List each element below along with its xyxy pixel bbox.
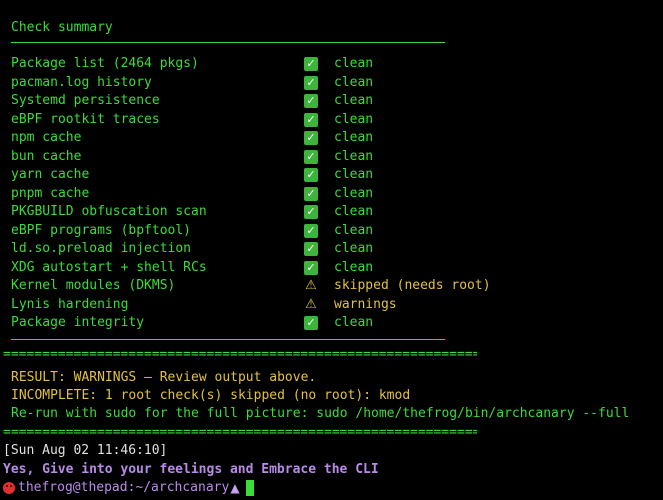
result-rerun-hint: Re-run with sudo for the full picture: s… xyxy=(11,406,630,421)
check-status: clean xyxy=(334,204,374,219)
check-row: XDG autostart + shell RCs ✓ clean xyxy=(11,259,511,278)
check-row: ld.so.preload injection ✓ clean xyxy=(11,240,511,259)
check-name: pacman.log history xyxy=(11,74,152,90)
check-mark-icon: ✓ xyxy=(304,131,318,145)
check-status: clean xyxy=(334,185,374,201)
check-name: Package integrity xyxy=(11,315,145,330)
check-name: PKGBUILD obfuscation scan xyxy=(11,204,207,219)
check-row: eBPF rootkit traces ✓ clean xyxy=(11,111,511,130)
check-name: eBPF programs (bpftool) xyxy=(11,222,192,238)
check-status: clean xyxy=(334,56,374,71)
check-row: eBPF programs (bpftool) ✓ clean xyxy=(11,222,511,241)
check-mark-icon: ✓ xyxy=(304,205,318,219)
prompt-path: thefrog@thepad:~/archcanary xyxy=(18,480,230,495)
check-mark-icon: ✓ xyxy=(304,242,318,256)
check-name: eBPF rootkit traces xyxy=(11,111,160,127)
check-name: Systemd persistence xyxy=(11,93,160,108)
check-mark-icon: ✓ xyxy=(304,112,318,127)
summary-bottom-rule xyxy=(11,339,445,340)
check-name: XDG autostart + shell RCs xyxy=(11,259,207,275)
result-top-divider: ========================================… xyxy=(3,347,477,362)
check-mark-icon: ✓ xyxy=(304,168,318,182)
check-name: ld.so.preload injection xyxy=(11,241,192,256)
shell-prompt[interactable]: thefrog@thepad:~/archcanary ▲ xyxy=(3,479,254,497)
check-status: clean xyxy=(334,74,374,90)
check-name: npm cache xyxy=(11,130,82,145)
check-mark-icon: ✓ xyxy=(304,75,318,90)
check-name: yarn cache xyxy=(11,167,90,182)
summary-title: Check summary xyxy=(11,20,113,35)
check-status: clean xyxy=(334,167,374,182)
check-status: clean xyxy=(334,315,374,330)
check-row: pacman.log history ✓ clean xyxy=(11,74,511,93)
check-mark-icon: ✓ xyxy=(304,260,318,275)
timestamp: [Sun Aug 02 11:46:10] xyxy=(3,443,168,458)
check-mark-icon: ✓ xyxy=(304,223,318,238)
summary-top-rule xyxy=(11,42,445,43)
check-row: Lynis hardening ⚠ warnings xyxy=(11,296,511,315)
warning-icon: ⚠ xyxy=(305,278,317,293)
check-row: Package integrity ✓ clean xyxy=(11,314,511,333)
result-status-line: RESULT: WARNINGS — Review output above. xyxy=(11,370,317,385)
check-status: clean xyxy=(334,241,374,256)
result-incomplete-line: INCOMPLETE: 1 root check(s) skipped (no … xyxy=(11,388,411,403)
check-row: npm cache ✓ clean xyxy=(11,129,511,148)
check-row: yarn cache ✓ clean xyxy=(11,166,511,185)
check-name: pnpm cache xyxy=(11,185,90,201)
check-row: PKGBUILD obfuscation scan ✓ clean xyxy=(11,203,511,222)
motd-message: Yes, Give into your feelings and Embrace… xyxy=(3,462,379,477)
check-row: Kernel modules (DKMS) ⚠ skipped (needs roo… xyxy=(11,277,511,296)
check-status: clean xyxy=(334,130,374,145)
check-row: bun cache ✓ clean xyxy=(11,148,511,167)
warning-icon: ⚠ xyxy=(305,296,317,312)
terminal-cursor[interactable] xyxy=(245,480,254,497)
check-status: warnings xyxy=(334,296,397,312)
check-list: Package list (2464 pkgs) ✓ clean pacman.log… xyxy=(11,55,511,333)
check-mark-icon: ✓ xyxy=(304,94,318,108)
check-mark-icon: ✓ xyxy=(304,316,318,330)
check-row: Package list (2464 pkgs) ✓ clean xyxy=(11,55,511,74)
result-bottom-divider: ========================================… xyxy=(3,425,477,440)
red-face-icon xyxy=(3,482,15,495)
check-row: pnpm cache ✓ clean xyxy=(11,185,511,204)
check-name: Lynis hardening xyxy=(11,296,129,312)
pile-icon: ▲ xyxy=(230,481,240,495)
check-name: Package list (2464 pkgs) xyxy=(11,56,199,71)
check-mark-icon: ✓ xyxy=(304,57,318,71)
check-status: clean xyxy=(334,148,374,164)
check-status: clean xyxy=(334,222,374,238)
check-name: Kernel modules (DKMS) xyxy=(11,278,176,293)
check-status: clean xyxy=(334,259,374,275)
check-row: Systemd persistence ✓ clean xyxy=(11,92,511,111)
check-status: skipped (needs root) xyxy=(334,278,491,293)
check-mark-icon: ✓ xyxy=(304,149,318,164)
check-mark-icon: ✓ xyxy=(304,186,318,201)
check-status: clean xyxy=(334,111,374,127)
check-name: bun cache xyxy=(11,148,82,164)
check-status: clean xyxy=(334,93,374,108)
